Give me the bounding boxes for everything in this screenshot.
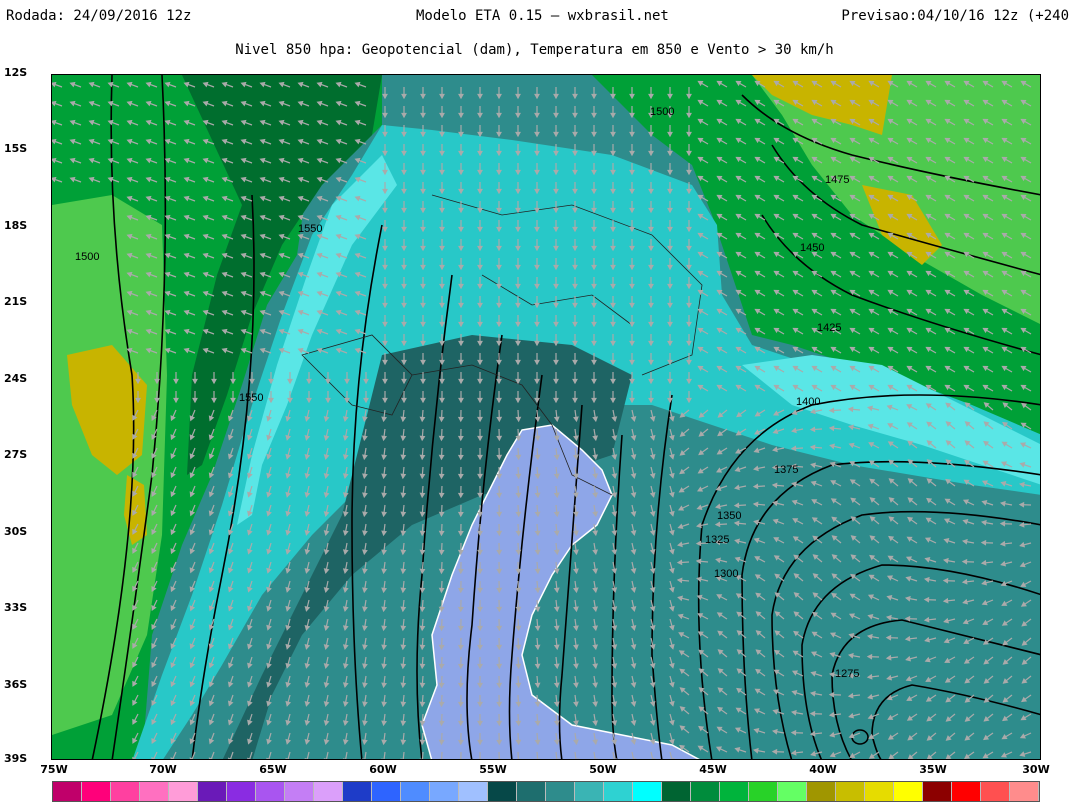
colorbar-swatch: [517, 782, 546, 801]
contour-label: 1450: [800, 242, 824, 254]
lat-label: 15S: [4, 142, 28, 155]
colorbar-swatch: [314, 782, 343, 801]
temperature-colorbar: [52, 781, 1040, 802]
colorbar-swatch: [952, 782, 981, 801]
lat-label: 33S: [4, 601, 28, 614]
colorbar-swatch: [372, 782, 401, 801]
colorbar-swatch: [981, 782, 1010, 801]
colorbar-swatch: [169, 782, 198, 801]
colorbar-swatch: [401, 782, 430, 801]
contour-label: 1475: [825, 174, 849, 186]
contour-label: 1500: [75, 251, 99, 263]
colorbar-swatch: [633, 782, 662, 801]
lat-label: 12S: [4, 66, 28, 79]
colorbar-swatch: [198, 782, 227, 801]
contour-label: 1400: [796, 396, 820, 408]
wind-arrow-head: [400, 758, 405, 759]
wind-arrow-head: [342, 758, 347, 759]
lat-label: 21S: [4, 295, 28, 308]
wind-arrow-head: [613, 758, 618, 759]
lat-label: 18S: [4, 219, 28, 232]
colorbar-swatch: [604, 782, 633, 801]
lat-label: 24S: [4, 372, 28, 385]
map-subtitle: Nivel 850 hpa: Geopotencial (dam), Tempe…: [235, 42, 834, 58]
lon-label: 50W: [589, 763, 617, 776]
wind-arrow-head: [457, 758, 464, 759]
rodada-label: Rodada: 24/09/2016 12z: [6, 8, 192, 24]
colorbar-swatch: [778, 782, 807, 801]
wind-arrow-head: [304, 758, 309, 759]
lon-label: 60W: [369, 763, 397, 776]
wind-arrow-head: [438, 758, 445, 759]
colorbar-swatch: [82, 782, 111, 801]
colorbar-swatch: [546, 782, 575, 801]
colorbar-swatch: [227, 782, 256, 801]
colorbar-swatch: [894, 782, 923, 801]
forecast-label: Previsao:04/10/16 12z (+240: [841, 8, 1069, 24]
colorbar-swatch: [53, 782, 82, 801]
colorbar-swatch: [923, 782, 952, 801]
colorbar-swatch: [111, 782, 140, 801]
contour-label: 1425: [817, 322, 841, 334]
colorbar-swatch: [285, 782, 314, 801]
wind-arrow-head: [323, 758, 328, 759]
colorbar-swatch: [575, 782, 604, 801]
wind-arrow-head: [362, 758, 367, 759]
wind-arrow-head: [381, 758, 386, 759]
lat-label: 39S: [4, 752, 28, 765]
wind-arrow-head: [574, 758, 579, 759]
wind-arrow-head: [555, 758, 560, 759]
wind-arrow-head: [651, 757, 656, 759]
contour-label: 1325: [705, 534, 729, 546]
wind-arrow: [441, 751, 443, 759]
contour-label: 1500: [650, 106, 674, 118]
lon-label: 55W: [479, 763, 507, 776]
lon-label: 40W: [809, 763, 837, 776]
lon-label: 70W: [149, 763, 177, 776]
colorbar-swatch: [749, 782, 778, 801]
colorbar-swatch: [720, 782, 749, 801]
colorbar-swatch: [662, 782, 691, 801]
contour-label: 1550: [239, 392, 263, 404]
lon-label: 75W: [40, 763, 68, 776]
wind-arrow-head: [632, 758, 637, 759]
colorbar-swatch: [343, 782, 372, 801]
colorbar-swatch: [459, 782, 488, 801]
wind-arrow-head: [535, 758, 541, 759]
lat-label: 36S: [4, 678, 28, 691]
contour-label: 1350: [717, 510, 741, 522]
lon-label: 30W: [1022, 763, 1050, 776]
contour-label: 1375: [774, 464, 798, 476]
model-label: Modelo ETA 0.15 — wxbrasil.net: [416, 8, 669, 24]
wind-arrow-head: [419, 758, 425, 759]
colorbar-swatch: [691, 782, 720, 801]
colorbar-swatch: [488, 782, 517, 801]
lon-label: 65W: [259, 763, 287, 776]
lon-label: 35W: [919, 763, 947, 776]
lat-label: 27S: [4, 448, 28, 461]
lat-label: 30S: [4, 525, 28, 538]
contour-label: 1275: [835, 668, 859, 680]
colorbar-swatch: [256, 782, 285, 801]
contour-label: 1300: [714, 568, 738, 580]
map-canvas: 1500 1475 1450 1425 1400 1375 1350 1325 …: [52, 75, 1040, 759]
colorbar-swatch: [430, 782, 459, 801]
wind-arrow-head: [516, 758, 522, 759]
contour-label: 1550: [298, 223, 322, 235]
colorbar-swatch: [865, 782, 894, 801]
colorbar-swatch: [140, 782, 169, 801]
wind-arrow-head: [477, 758, 483, 759]
wind-arrow-head: [496, 758, 503, 759]
lon-label: 45W: [699, 763, 727, 776]
colorbar-swatch: [836, 782, 865, 801]
weather-map: 1500 1475 1450 1425 1400 1375 1350 1325 …: [51, 74, 1041, 760]
colorbar-swatch: [1010, 782, 1039, 801]
wind-arrow-head: [593, 758, 599, 759]
colorbar-swatch: [807, 782, 836, 801]
wind-arrow: [517, 751, 520, 759]
